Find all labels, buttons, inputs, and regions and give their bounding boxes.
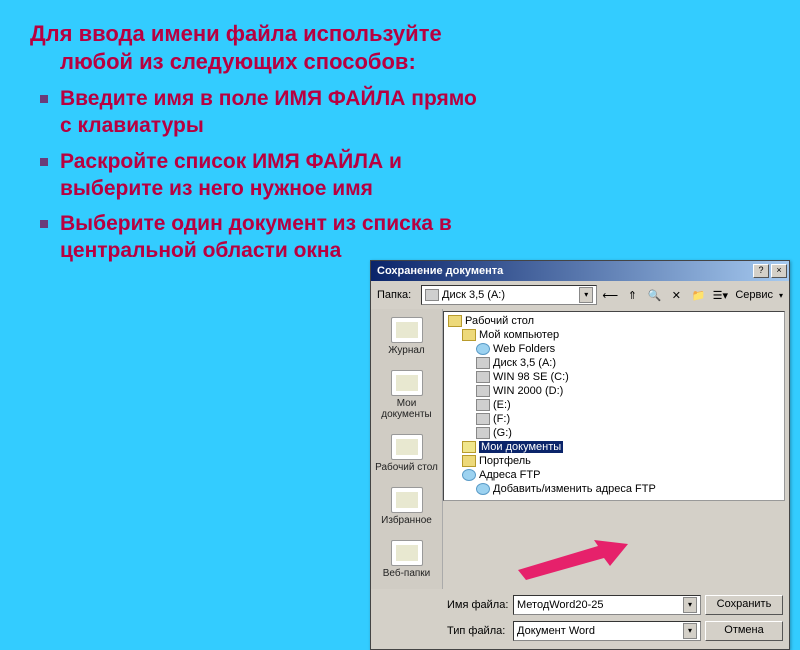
history-icon: [391, 317, 423, 343]
tree-node[interactable]: Мой компьютер: [448, 328, 780, 342]
delete-icon[interactable]: ✕: [667, 286, 685, 304]
slide-bullets: Введите имя в поле ИМЯ ФАЙЛА прямо с кла…: [30, 85, 490, 265]
search-icon[interactable]: 🔍: [645, 286, 663, 304]
desktop-icon: [391, 434, 423, 460]
place-desktop[interactable]: Рабочий стол: [371, 428, 442, 481]
mydocs-icon: [391, 370, 423, 396]
tree-node[interactable]: Добавить/изменить адреса FTP: [448, 482, 780, 496]
webfolders-icon: [391, 540, 423, 566]
dialog-title: Сохранение документа: [377, 265, 751, 277]
help-button[interactable]: ?: [753, 264, 769, 278]
tree-node[interactable]: WIN 98 SE (C:): [448, 370, 780, 384]
folder-dropdown[interactable]: Диск 3,5 (A:) ▾: [421, 285, 597, 305]
drive-icon: [425, 289, 439, 301]
globe-icon: [476, 483, 490, 495]
dialog-bottom: Имя файла: МетодWord20-25 ▾ Сохранить Ти…: [371, 589, 789, 649]
folder-tree[interactable]: Рабочий стол Мой компьютер Web Folders Д…: [443, 311, 785, 501]
bullet-item: Выберите один документ из списка в центр…: [36, 210, 490, 265]
dialog-toolbar: Папка: Диск 3,5 (A:) ▾ ⟵ ⇑ 🔍 ✕ 📁 ☰▾ Серв…: [371, 281, 789, 309]
folder-icon: [448, 315, 462, 327]
drive-icon: [476, 371, 490, 383]
back-icon[interactable]: ⟵: [601, 286, 619, 304]
briefcase-icon: [462, 455, 476, 467]
tree-node[interactable]: Рабочий стол: [448, 314, 780, 328]
save-button[interactable]: Сохранить: [705, 595, 783, 615]
slide-text: Для ввода имени файла используйте любой …: [0, 0, 520, 265]
place-history[interactable]: Журнал: [371, 311, 442, 364]
filetype-dropdown[interactable]: Документ Word ▾: [513, 621, 701, 641]
bullet-item: Введите имя в поле ИМЯ ФАЙЛА прямо с кла…: [36, 85, 490, 140]
filename-value: МетодWord20-25: [517, 599, 603, 611]
tree-node-selected[interactable]: Мои документы: [448, 440, 780, 454]
tree-node[interactable]: Web Folders: [448, 342, 780, 356]
new-folder-icon[interactable]: 📁: [689, 286, 707, 304]
favorites-icon: [391, 487, 423, 513]
views-icon[interactable]: ☰▾: [711, 286, 729, 304]
drive-icon: [476, 357, 490, 369]
folder-current: Диск 3,5 (A:): [442, 289, 505, 301]
place-favorites[interactable]: Избранное: [371, 481, 442, 534]
tree-node[interactable]: Диск 3,5 (A:): [448, 356, 780, 370]
tree-node[interactable]: (E:): [448, 398, 780, 412]
globe-icon: [462, 469, 476, 481]
folder-label: Папка:: [377, 289, 417, 301]
drive-icon: [476, 427, 490, 439]
place-webfolders[interactable]: Веб-папки: [371, 534, 442, 587]
place-mydocs[interactable]: Мои документы: [371, 364, 442, 428]
chevron-down-icon[interactable]: ▾: [683, 623, 697, 639]
chevron-down-icon[interactable]: ▾: [683, 597, 697, 613]
places-bar: Журнал Мои документы Рабочий стол Избран…: [371, 309, 443, 589]
chevron-down-icon[interactable]: ▾: [579, 287, 593, 303]
slide-heading: Для ввода имени файла используйте любой …: [30, 20, 490, 75]
mydocs-icon: [462, 441, 476, 453]
drive-icon: [476, 413, 490, 425]
save-dialog: Сохранение документа ? × Папка: Диск 3,5…: [370, 260, 790, 650]
globe-icon: [476, 343, 490, 355]
tree-node[interactable]: (G:): [448, 426, 780, 440]
drive-icon: [476, 399, 490, 411]
filename-label: Имя файла:: [447, 599, 509, 611]
filename-input[interactable]: МетодWord20-25 ▾: [513, 595, 701, 615]
filetype-label: Тип файла:: [447, 625, 509, 637]
close-button[interactable]: ×: [771, 264, 787, 278]
tree-node[interactable]: Адреса FTP: [448, 468, 780, 482]
service-menu[interactable]: Сервис: [733, 289, 775, 301]
drive-icon: [476, 385, 490, 397]
dialog-body: Журнал Мои документы Рабочий стол Избран…: [371, 309, 789, 589]
filetype-value: Документ Word: [517, 625, 595, 637]
tree-node[interactable]: WIN 2000 (D:): [448, 384, 780, 398]
computer-icon: [462, 329, 476, 341]
cancel-button[interactable]: Отмена: [705, 621, 783, 641]
tree-node[interactable]: Портфель: [448, 454, 780, 468]
tree-node[interactable]: (F:): [448, 412, 780, 426]
chevron-down-icon[interactable]: ▾: [779, 291, 783, 300]
titlebar: Сохранение документа ? ×: [371, 261, 789, 281]
up-icon[interactable]: ⇑: [623, 286, 641, 304]
bullet-item: Раскройте список ИМЯ ФАЙЛА и выберите из…: [36, 148, 490, 203]
